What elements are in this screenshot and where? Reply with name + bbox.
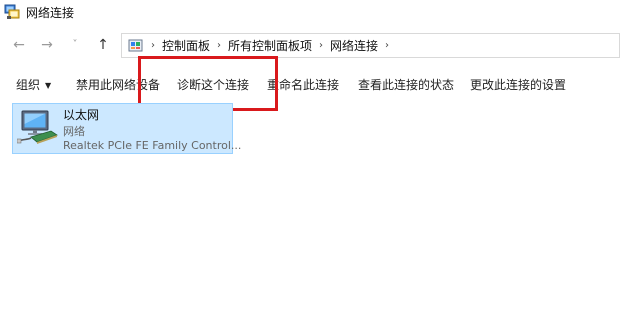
arrow-up-icon[interactable]: ↑: [94, 36, 112, 54]
network-connections-icon: [4, 4, 20, 20]
breadcrumb-separator[interactable]: ›: [385, 40, 389, 51]
organize-label: 组织: [16, 78, 41, 92]
view-status-button[interactable]: 查看此连接的状态: [358, 76, 454, 93]
title-bar: 网络连接: [0, 0, 620, 24]
breadcrumb-item-network-connections[interactable]: 网络连接: [330, 37, 378, 54]
window-title: 网络连接: [26, 5, 75, 20]
breadcrumb-item-all-items[interactable]: 所有控制面板项: [228, 37, 312, 54]
navigation-bar: ← → ˅ ↑ › 控制面板 › 所有控制面板项 › 网络连接 ›: [0, 30, 620, 60]
arrow-right-icon[interactable]: →: [38, 36, 56, 54]
ethernet-adapter-icon: [16, 109, 61, 149]
breadcrumb-separator: ›: [151, 40, 155, 51]
breadcrumb-item-control-panel[interactable]: 控制面板: [162, 37, 210, 54]
command-bar: 组织 ▼ 禁用此网络设备 诊断这个连接 重命名此连接 查看此连接的状态 更改此连接…: [0, 72, 620, 96]
change-settings-button[interactable]: 更改此连接的设置: [470, 76, 566, 93]
chevron-down-icon[interactable]: ˅: [66, 36, 84, 54]
address-bar[interactable]: › 控制面板 › 所有控制面板项 › 网络连接 ›: [121, 33, 620, 58]
ethernet-adapter-item[interactable]: 以太网 网络 Realtek PCIe FE Family Control...: [12, 103, 241, 154]
adapter-device-name: Realtek PCIe FE Family Control...: [63, 139, 242, 152]
control-panel-icon: [128, 38, 144, 54]
organize-button[interactable]: 组织 ▼: [16, 76, 51, 93]
breadcrumb-separator[interactable]: ›: [319, 40, 323, 51]
adapter-network-status: 网络: [63, 125, 85, 138]
arrow-left-icon[interactable]: ←: [10, 36, 28, 54]
adapter-name: 以太网: [63, 108, 100, 122]
breadcrumb-separator[interactable]: ›: [217, 40, 221, 51]
caret-down-icon: ▼: [45, 81, 52, 90]
